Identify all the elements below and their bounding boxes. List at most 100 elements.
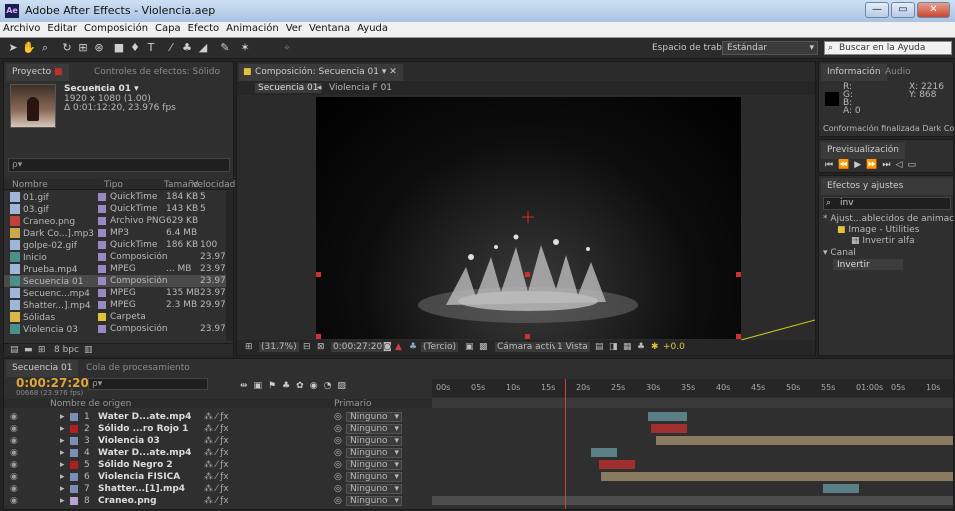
eye-icon[interactable]: ◉ [10, 460, 18, 470]
layer-label-color[interactable] [70, 461, 78, 469]
parent-dropdown[interactable]: Ninguno ▾ [346, 460, 402, 470]
parent-dropdown[interactable]: Ninguno ▾ [346, 424, 402, 434]
label-color[interactable] [98, 253, 106, 261]
menu-ventana[interactable]: Ventana [306, 22, 354, 34]
switches-icon[interactable]: ⁂ ⁄ ƒx [204, 496, 229, 506]
resolution-dropdown[interactable]: (Tercio) [421, 342, 458, 352]
layer-row[interactable]: ◉ ▸ 8 Craneo.png ⁂ ⁄ ƒx ◎ Ninguno ▾ [4, 495, 432, 506]
grid-toggle-icon[interactable]: ⊞ [245, 342, 253, 352]
layer-row[interactable]: ◉ ▸ 4 Water D...ate.mp4 ⁂ ⁄ ƒx ◎ Ninguno… [4, 447, 432, 458]
project-item[interactable]: Prueba.mp4 MPEG ... MB 23.976 [4, 263, 232, 275]
layer-name[interactable]: Violencia 03 [98, 436, 160, 446]
layer-name[interactable]: Sólido ...ro Rojo 1 [98, 424, 188, 434]
zoom-tool-icon[interactable]: ⌕ [38, 41, 52, 55]
project-search-input[interactable]: ρ▾ [8, 158, 230, 172]
parent-icon[interactable]: ◎ [334, 424, 342, 434]
brush-tool-icon[interactable]: ⁄ [164, 41, 178, 55]
exposure-icon[interactable]: ✱ [651, 342, 659, 352]
mask-icon[interactable]: ⊠ [317, 342, 325, 352]
menu-editar[interactable]: Editar [44, 22, 81, 34]
roto-brush-tool-icon[interactable]: ✎ [218, 41, 232, 55]
effects-tree-invertir[interactable]: Invertir [833, 259, 903, 270]
layer-name[interactable]: Sólido Negro 2 [98, 460, 173, 470]
tab-info[interactable]: Información [821, 64, 887, 81]
tab-audio[interactable]: Audio [879, 64, 917, 81]
eye-icon[interactable]: ◉ [10, 496, 18, 506]
expand-icon[interactable]: ▸ [60, 412, 65, 422]
breadcrumb-secuencia[interactable]: Secuencia 01 [255, 83, 322, 93]
preview-controls[interactable]: ⏮⏪▶⏩⏭◁▭ [825, 160, 921, 170]
hand-tool-icon[interactable]: ✋ [22, 41, 36, 55]
close-tab-icon[interactable]: ■ [54, 67, 63, 77]
color-channel-icon[interactable]: ♣ [409, 342, 417, 352]
exposure-value[interactable]: +0.0 [663, 342, 685, 352]
eye-icon[interactable]: ◉ [10, 436, 18, 446]
layer-name[interactable]: Craneo.png [98, 496, 157, 506]
effects-tree-image-utilities[interactable]: ■ Image - Utilities [837, 225, 919, 235]
label-color[interactable] [98, 229, 106, 237]
parent-dropdown[interactable]: Ninguno ▾ [346, 412, 402, 422]
layer-label-color[interactable] [70, 497, 78, 505]
effects-search-input[interactable]: ⌕ inv [823, 197, 951, 210]
layer-bar[interactable] [822, 484, 860, 493]
switches-icon[interactable]: ⁂ ⁄ ƒx [204, 436, 229, 446]
col-parent[interactable]: Primario [334, 399, 371, 409]
interpret-footage-icon[interactable]: ▤ [10, 345, 19, 355]
parent-dropdown[interactable]: Ninguno ▾ [346, 448, 402, 458]
eye-icon[interactable]: ◉ [10, 484, 18, 494]
layer-name[interactable]: Water D...ate.mp4 [98, 448, 191, 458]
layer-bar[interactable] [432, 496, 953, 505]
layer-name[interactable]: Violencia FISICA [98, 472, 180, 482]
close-button[interactable]: ✕ [917, 2, 950, 18]
parent-icon[interactable]: ◎ [334, 484, 342, 494]
parent-icon[interactable]: ◎ [334, 412, 342, 422]
menu-composicion[interactable]: Composición [81, 22, 152, 34]
layer-row[interactable]: ◉ ▸ 5 Sólido Negro 2 ⁂ ⁄ ƒx ◎ Ninguno ▾ [4, 459, 432, 470]
selection-tool-icon[interactable]: ➤ [6, 41, 20, 55]
project-item[interactable]: Secuencia 01 Composición 23.976 [4, 275, 232, 287]
layer-bar[interactable] [601, 472, 953, 481]
camera-tool-icon[interactable]: ⊞ [76, 41, 90, 55]
new-comp-icon[interactable]: ⊞ [38, 345, 46, 355]
layer-label-color[interactable] [70, 425, 78, 433]
zoom-dropdown[interactable]: (31.7%) [259, 342, 299, 352]
parent-icon[interactable]: ◎ [334, 472, 342, 482]
parent-icon[interactable]: ◎ [334, 460, 342, 470]
eye-icon[interactable]: ◉ [10, 424, 18, 434]
project-item[interactable]: Dark Co...].mp3 MP3 6.4 MB [4, 227, 226, 239]
menu-efecto[interactable]: Efecto [185, 22, 224, 34]
comp-viewer[interactable] [316, 97, 741, 339]
parent-dropdown[interactable]: Ninguno ▾ [346, 472, 402, 482]
lock-icon[interactable]: ■ [243, 64, 252, 81]
effects-tree-invertir-alfa[interactable]: ▦ Invertir alfa [851, 236, 915, 246]
eye-icon[interactable]: ◉ [10, 472, 18, 482]
layer-label-color[interactable] [70, 413, 78, 421]
switches-icon[interactable]: ⁂ ⁄ ƒx [204, 472, 229, 482]
help-search-input[interactable]: ⌕ Buscar en la Ayuda [824, 41, 952, 55]
menu-ver[interactable]: Ver [283, 22, 306, 34]
menu-archivo[interactable]: Archivo [0, 22, 44, 34]
parent-icon[interactable]: ◎ [334, 496, 342, 506]
layer-bar[interactable] [648, 412, 688, 421]
eraser-tool-icon[interactable]: ◢ [196, 41, 210, 55]
tab-timeline-secuencia[interactable]: Secuencia 01 [6, 360, 79, 377]
tab-effect-controls[interactable]: Controles de efectos: Sólido Ne [88, 64, 233, 94]
tab-render-queue[interactable]: Cola de procesamiento [80, 360, 196, 377]
switches-icon[interactable]: ⁂ ⁄ ƒx [204, 424, 229, 434]
expand-icon[interactable]: ▸ [60, 472, 65, 482]
label-color[interactable] [98, 205, 106, 213]
transparency-grid-icon[interactable]: ▩ [479, 342, 488, 352]
minimize-button[interactable]: — [865, 2, 889, 18]
timeline-switches[interactable]: ⇹▣⚑♣✿◉◔▨ [240, 381, 352, 391]
breadcrumb-violencia[interactable]: Violencia F 01 [329, 83, 392, 93]
layer-row[interactable]: ◉ ▸ 7 Shatter...[1].mp4 ⁂ ⁄ ƒx ◎ Ninguno… [4, 483, 432, 494]
effects-tree-canal[interactable]: ▾ Canal [823, 248, 856, 258]
expand-icon[interactable]: ▸ [60, 460, 65, 470]
menu-ayuda[interactable]: Ayuda [354, 22, 392, 34]
expand-icon[interactable]: ▸ [60, 496, 65, 506]
project-item[interactable]: Craneo.png Archivo PNG 629 KB [4, 215, 226, 227]
pan-behind-tool-icon[interactable]: ⊛ [92, 41, 106, 55]
roi-icon[interactable]: ▣ [465, 342, 474, 352]
layer-row[interactable]: ◉ ▸ 3 Violencia 03 ⁂ ⁄ ƒx ◎ Ninguno ▾ [4, 435, 432, 446]
layer-name[interactable]: Water D...ate.mp4 [98, 412, 191, 422]
